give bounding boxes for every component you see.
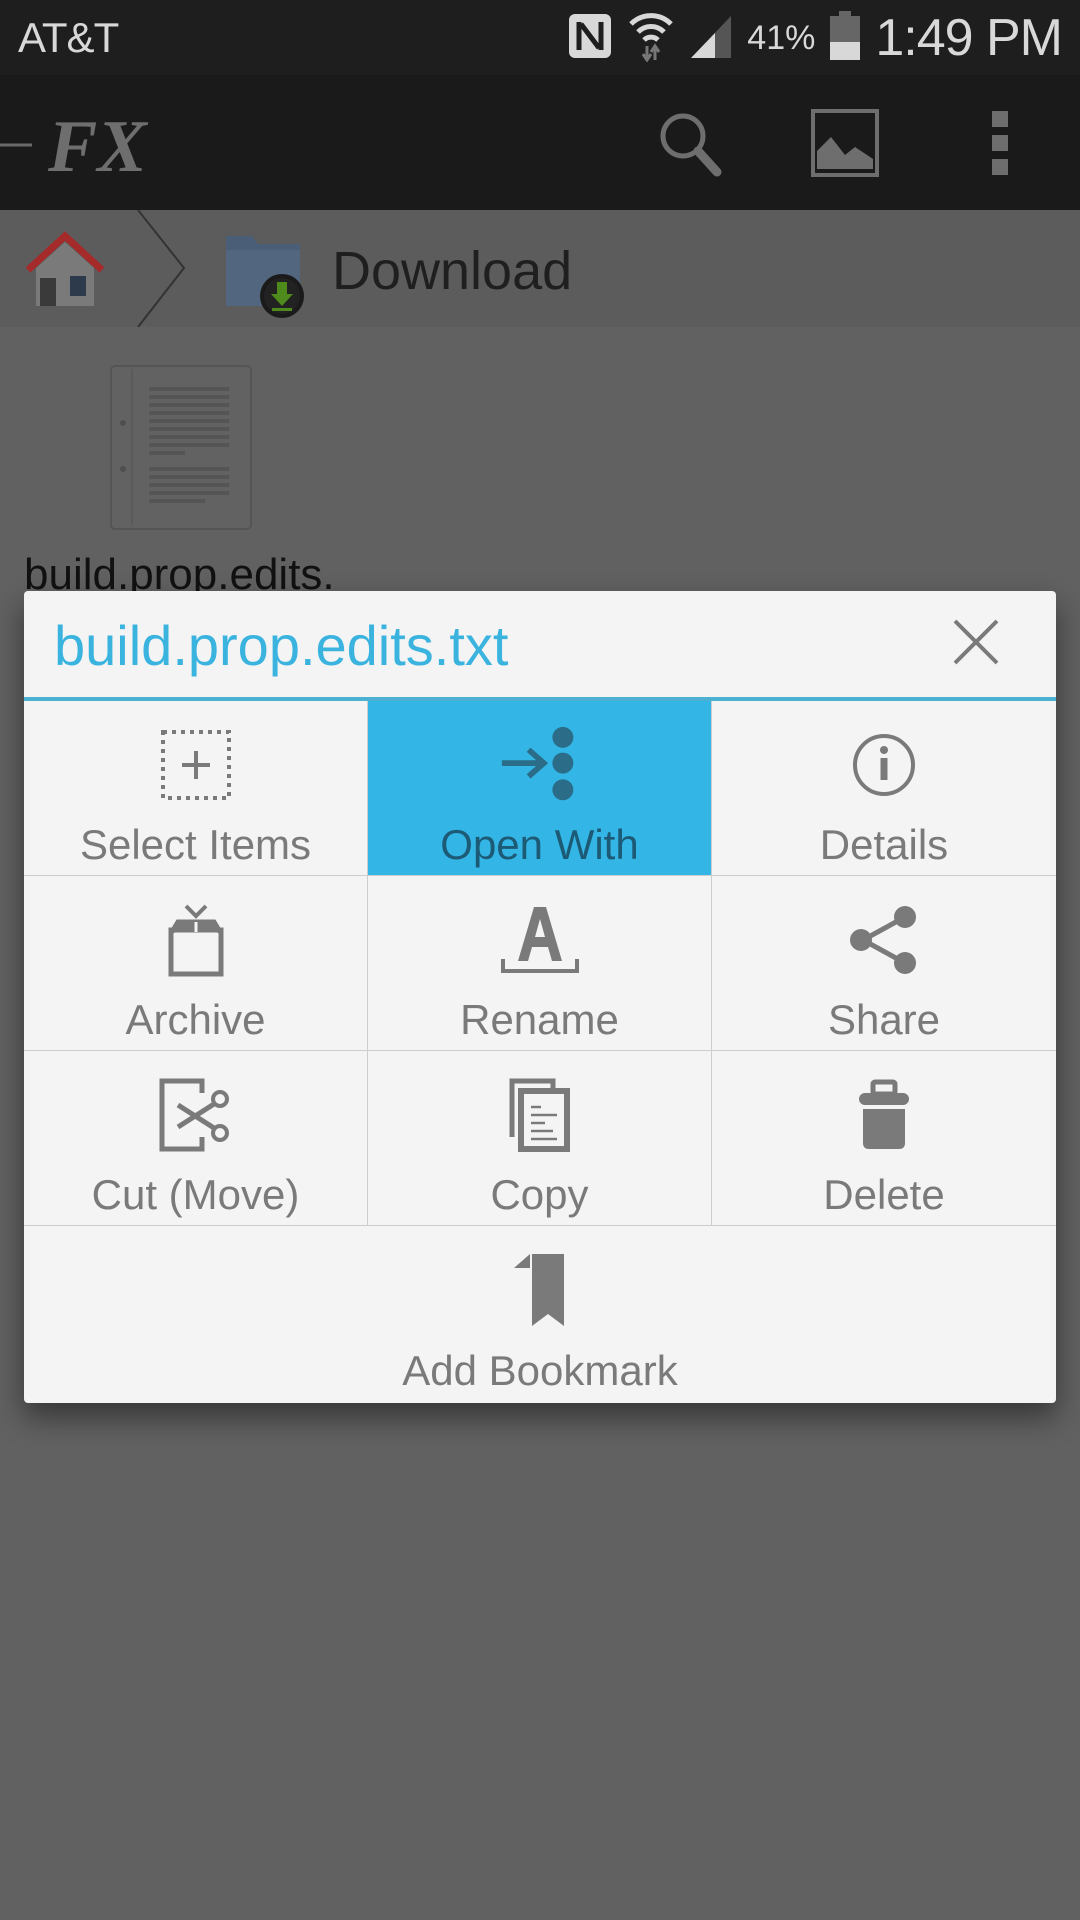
open-with-icon [500, 725, 580, 805]
search-icon [655, 108, 725, 183]
carrier-label: AT&T [18, 14, 119, 61]
action-label: Open With [440, 821, 639, 868]
action-rename[interactable]: Rename [368, 876, 712, 1051]
action-delete[interactable]: Delete [712, 1051, 1056, 1226]
rename-icon [500, 900, 580, 980]
action-select-items[interactable]: Select Items [24, 701, 368, 876]
action-label: Cut (Move) [91, 1171, 300, 1218]
nfc-icon [567, 12, 613, 65]
action-label: Rename [460, 996, 619, 1043]
action-label: Add Bookmark [402, 1347, 678, 1394]
action-archive[interactable]: Archive [24, 876, 368, 1051]
signal-icon [689, 12, 733, 65]
share-icon [844, 900, 924, 980]
overflow-menu-button[interactable] [960, 105, 1040, 185]
app-toolbar: FX [0, 75, 1080, 210]
overflow-menu-icon [990, 110, 1010, 180]
status-bar: AT&T 41% 1:49 PM [0, 0, 1080, 75]
file-actions-dialog: build.prop.edits.txt Select Items Open W… [24, 591, 1056, 1403]
breadcrumb: Download [0, 209, 1080, 328]
dialog-header: build.prop.edits.txt [24, 591, 1056, 701]
action-details[interactable]: Details [712, 701, 1056, 876]
home-icon [20, 231, 110, 314]
action-label: Select Items [79, 821, 312, 868]
dialog-title: build.prop.edits.txt [54, 614, 509, 677]
gallery-icon [811, 108, 879, 182]
bookmark-icon [500, 1250, 580, 1330]
wifi-icon [627, 10, 675, 67]
app-logo-text: FX [47, 106, 148, 185]
battery-icon [829, 10, 861, 66]
gallery-button[interactable] [805, 105, 885, 185]
breadcrumb-download[interactable] [222, 230, 312, 320]
close-icon [951, 619, 1001, 671]
download-folder-icon [222, 236, 312, 324]
text-document-icon [110, 365, 252, 530]
clock: 1:49 PM [875, 9, 1063, 67]
battery-percent: 41% [747, 18, 816, 57]
breadcrumb-home[interactable] [20, 230, 110, 310]
action-label: Copy [490, 1171, 589, 1218]
copy-icon [500, 1075, 580, 1155]
actions-grid: Select Items Open With Details Archive R… [24, 701, 1056, 1401]
cut-icon [156, 1075, 236, 1155]
action-label: Archive [125, 996, 266, 1043]
trash-icon [844, 1075, 924, 1155]
select-items-icon [156, 725, 236, 805]
search-button[interactable] [650, 105, 730, 185]
action-copy[interactable]: Copy [368, 1051, 712, 1226]
action-label: Delete [823, 1171, 945, 1218]
action-add-bookmark[interactable]: Add Bookmark [24, 1226, 1056, 1401]
action-open-with[interactable]: Open With [368, 701, 712, 876]
action-label: Share [827, 996, 941, 1043]
info-icon [844, 725, 924, 805]
close-button[interactable] [951, 617, 1001, 667]
action-cut-move[interactable]: Cut (Move) [24, 1051, 368, 1226]
breadcrumb-label[interactable]: Download [332, 240, 572, 302]
app-logo[interactable]: FX [0, 105, 150, 188]
action-share[interactable]: Share [712, 876, 1056, 1051]
action-label: Details [819, 821, 949, 868]
archive-icon [156, 900, 236, 980]
breadcrumb-separator [135, 209, 195, 328]
